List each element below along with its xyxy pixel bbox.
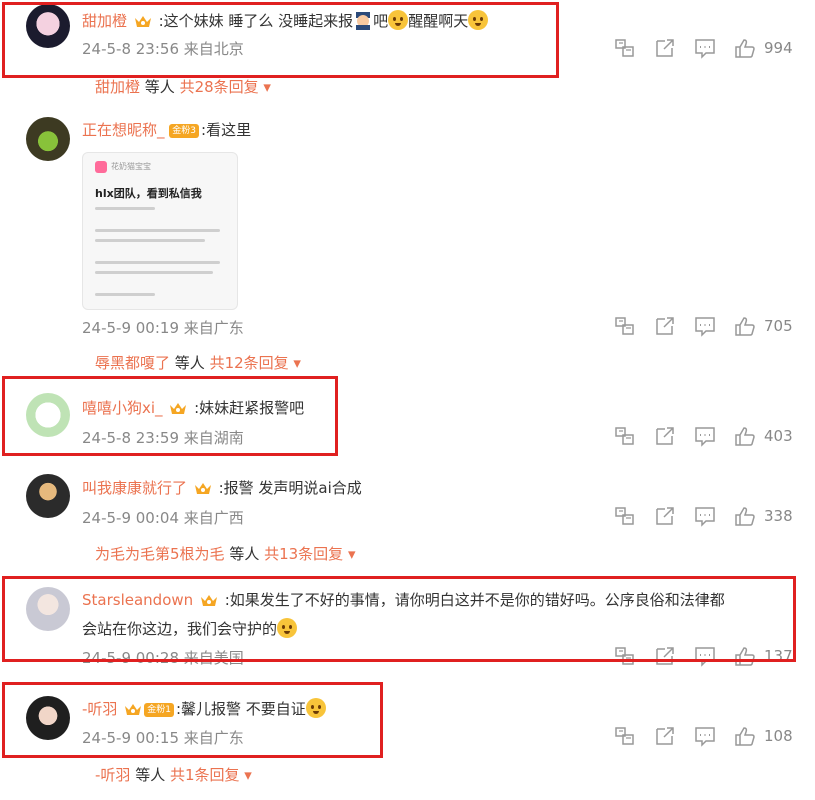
like-icon[interactable]: [734, 37, 756, 59]
share-icon[interactable]: [654, 425, 676, 447]
comment-icon[interactable]: [694, 725, 716, 747]
comment-icon[interactable]: [694, 505, 716, 527]
highlight-box: [2, 2, 559, 78]
username[interactable]: 正在想昵称_: [82, 121, 165, 139]
reply-summary[interactable]: 甜加橙 等人 共28条回复 ▾: [95, 76, 271, 97]
avatar[interactable]: [26, 117, 70, 161]
forward-icon[interactable]: [614, 425, 636, 447]
highlight-box: [2, 376, 338, 456]
app-icon: [95, 161, 107, 173]
like-count: 994: [764, 39, 793, 57]
forward-icon[interactable]: [614, 505, 636, 527]
reply-summary[interactable]: 为毛为毛第5根为毛 等人 共13条回复 ▾: [95, 543, 355, 564]
comment-image[interactable]: 花奶猫宝宝 hlx团队，看到私信我: [82, 152, 238, 310]
reply-summary[interactable]: 辱黑都嗄了 等人 共12条回复 ▾: [95, 352, 301, 373]
forward-icon[interactable]: [614, 725, 636, 747]
crown-icon: [194, 483, 211, 494]
like-icon[interactable]: [734, 505, 756, 527]
comment-icon[interactable]: [694, 37, 716, 59]
like-count: 705: [764, 317, 793, 335]
comment-actions: 338: [614, 505, 804, 527]
comment-meta: 24-5-9 00:19 来自广东: [82, 319, 244, 337]
highlight-box: [2, 576, 796, 662]
comment-actions: 108: [614, 725, 804, 747]
avatar[interactable]: [26, 474, 70, 518]
username[interactable]: 叫我康康就行了: [82, 479, 187, 497]
comment-meta: 24-5-9 00:04 来自广西: [82, 509, 244, 527]
comment-actions: 705: [614, 315, 804, 337]
like-icon[interactable]: [734, 315, 756, 337]
share-icon[interactable]: [654, 315, 676, 337]
like-count: 403: [764, 427, 793, 445]
share-icon[interactable]: [654, 725, 676, 747]
share-icon[interactable]: [654, 37, 676, 59]
comment-icon[interactable]: [694, 425, 716, 447]
like-count: 338: [764, 507, 793, 525]
comment-text: :看这里: [201, 121, 252, 139]
like-icon[interactable]: [734, 425, 756, 447]
share-icon[interactable]: [654, 505, 676, 527]
comment-text: :报警 发声明说ai合成: [218, 479, 362, 497]
highlight-box: [2, 682, 383, 758]
like-count: 108: [764, 727, 793, 745]
like-icon[interactable]: [734, 725, 756, 747]
forward-icon[interactable]: [614, 37, 636, 59]
reply-summary[interactable]: -听羽 等人 共1条回复 ▾: [95, 764, 252, 785]
comment-actions: 403: [614, 425, 804, 447]
forward-icon[interactable]: [614, 315, 636, 337]
comment-icon[interactable]: [694, 315, 716, 337]
comment-actions: 994: [614, 37, 804, 59]
fan-badge: 金粉3: [169, 124, 200, 138]
